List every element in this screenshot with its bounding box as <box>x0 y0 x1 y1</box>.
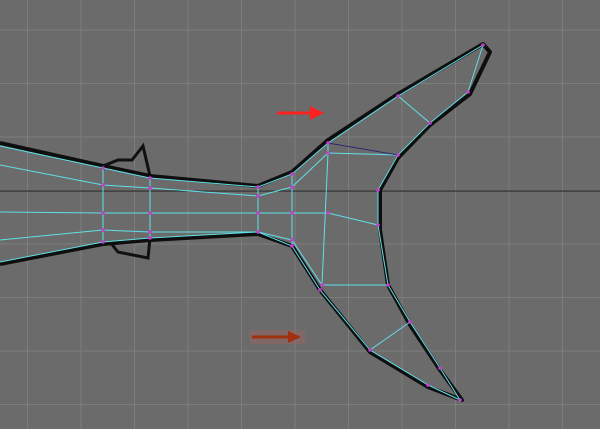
mesh-vertex[interactable] <box>320 283 324 287</box>
mesh-vertex[interactable] <box>256 230 260 234</box>
lower-arrow <box>250 330 305 344</box>
mesh-edge <box>0 231 461 401</box>
mesh-vertex[interactable] <box>290 172 294 176</box>
mesh-vertex[interactable] <box>148 186 152 190</box>
viewport-canvas[interactable] <box>0 0 600 429</box>
mesh-vertex[interactable] <box>466 90 470 94</box>
mesh-vertex[interactable] <box>101 240 105 244</box>
mesh-vertex[interactable] <box>438 366 442 370</box>
mesh-vertex[interactable] <box>326 141 330 145</box>
mesh-vertex[interactable] <box>368 348 372 352</box>
mesh-vertex[interactable] <box>326 151 330 155</box>
mesh-vertex[interactable] <box>481 43 485 47</box>
mesh-vertex[interactable] <box>148 230 152 234</box>
mesh-vertex[interactable] <box>290 211 294 215</box>
3d-viewport[interactable] <box>0 0 600 429</box>
mesh-edge <box>397 95 431 124</box>
mesh-vertex[interactable] <box>148 236 152 240</box>
mesh-vertex[interactable] <box>256 194 260 198</box>
mesh-vertex[interactable] <box>318 288 322 292</box>
mesh-vertex[interactable] <box>101 228 105 232</box>
mesh-vertex[interactable] <box>428 121 432 125</box>
upper-arrow <box>277 106 324 120</box>
mesh-vertex[interactable] <box>101 183 105 187</box>
mesh-vertex[interactable] <box>396 94 400 98</box>
mesh-vertex[interactable] <box>426 383 430 387</box>
mesh-vertex[interactable] <box>148 211 152 215</box>
mesh-edge <box>369 321 411 351</box>
mesh-vertex[interactable] <box>396 153 400 157</box>
mesh-vertex[interactable] <box>101 166 105 170</box>
mesh-vertex[interactable] <box>290 185 294 189</box>
mesh-vertex[interactable] <box>408 320 412 324</box>
grid <box>0 0 600 429</box>
mesh-vertex[interactable] <box>376 188 380 192</box>
mesh-vertex[interactable] <box>148 176 152 180</box>
mesh-edge <box>0 152 399 197</box>
mesh-vertex[interactable] <box>290 244 294 248</box>
mesh-vertex[interactable] <box>376 223 380 227</box>
mesh-vertex[interactable] <box>256 185 260 189</box>
mesh-edge <box>0 211 379 226</box>
mesh-vertex[interactable] <box>386 283 390 287</box>
mesh-edge <box>321 152 329 286</box>
mesh-silhouette <box>0 42 492 402</box>
mesh-vertex[interactable] <box>326 211 330 215</box>
mesh-vertex[interactable] <box>458 398 462 402</box>
mesh-vertex[interactable] <box>101 211 105 215</box>
mesh-vertex[interactable] <box>256 211 260 215</box>
mesh-vertex[interactable] <box>290 238 294 242</box>
